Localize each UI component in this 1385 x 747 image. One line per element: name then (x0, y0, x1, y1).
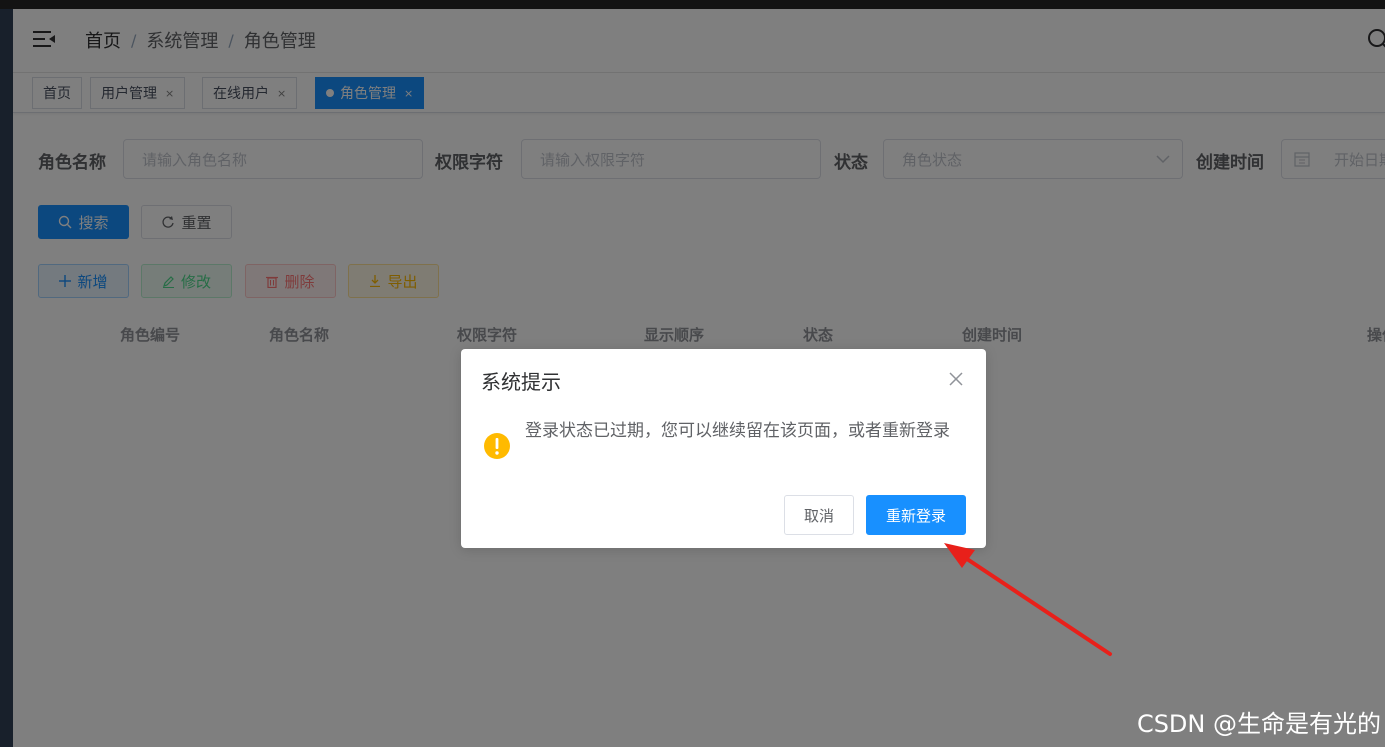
close-icon[interactable] (948, 371, 964, 387)
dialog-message: 登录状态已过期，您可以继续留在该页面，或者重新登录 (525, 421, 950, 441)
message-box-dialog: 系统提示 登录状态已过期，您可以继续留在该页面，或者重新登录 取消 重新登录 (461, 349, 986, 548)
relogin-button-label: 重新登录 (885, 506, 946, 525)
relogin-button[interactable]: 重新登录 (866, 495, 966, 535)
dialog-title: 系统提示 (481, 370, 561, 394)
warning-icon (484, 433, 510, 459)
cancel-button[interactable]: 取消 (784, 495, 854, 535)
watermark: CSDN @生命是有光的 (1136, 710, 1381, 738)
cancel-button-label: 取消 (803, 506, 834, 525)
